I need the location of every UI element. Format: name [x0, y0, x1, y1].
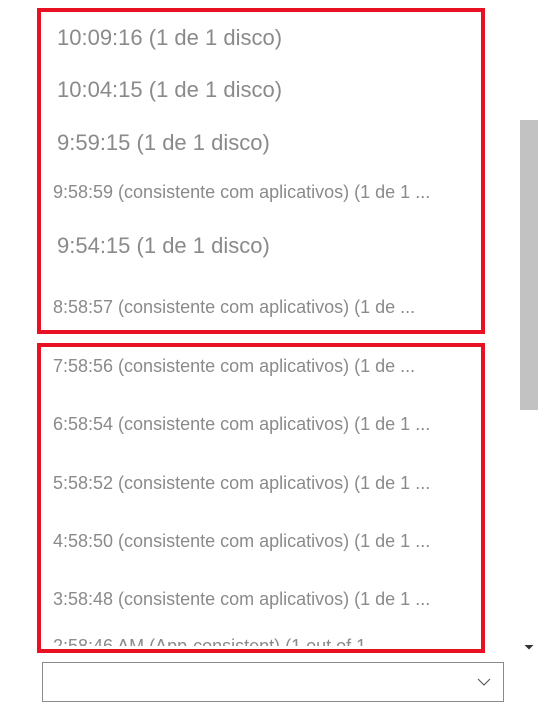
snapshot-label: 7:58:56 (consistente com aplicativos) (1…	[53, 356, 415, 376]
list-item[interactable]: 2:58:46 AM (App-consistent) (1 out of 1	[53, 632, 468, 646]
snapshot-label: 3:58:48 (consistente com aplicativos) (1…	[53, 589, 430, 609]
highlight-group-primary	[37, 8, 485, 334]
list-item[interactable]: 10:04:15 (1 de 1 disco)	[57, 72, 457, 109]
snapshot-label: 9:58:59 (consistente com aplicativos) (1…	[53, 182, 430, 202]
list-item[interactable]: 3:58:48 (consistente com aplicativos) (1…	[53, 585, 468, 614]
snapshot-label: 4:58:50 (consistente com aplicativos) (1…	[53, 531, 430, 551]
list-item[interactable]: 8:58:57 (consistente com aplicativos) (1…	[53, 293, 468, 322]
chevron-down-icon	[523, 641, 535, 653]
list-item[interactable]: 9:59:15 (1 de 1 disco)	[57, 125, 457, 162]
chevron-down-icon	[475, 673, 493, 691]
list-item[interactable]: 9:54:15 (1 de 1 disco)	[57, 228, 457, 265]
snapshot-label: 9:59:15 (1 de 1 disco)	[57, 130, 270, 155]
scrollbar-thumb[interactable]	[520, 120, 538, 410]
snapshot-list-panel: 10:09:16 (1 de 1 disco) 10:04:15 (1 de 1…	[0, 0, 552, 714]
snapshot-label: 10:04:15 (1 de 1 disco)	[57, 77, 282, 102]
list-item[interactable]: 6:58:54 (consistente com aplicativos) (1…	[53, 410, 491, 439]
list-item[interactable]: 10:09:16 (1 de 1 disco)	[57, 20, 457, 57]
snapshot-label: 9:54:15 (1 de 1 disco)	[57, 233, 270, 258]
list-item[interactable]: 5:58:52 (consistente com aplicativos) (1…	[53, 469, 468, 498]
snapshot-label: 6:58:54 (consistente com aplicativos) (1…	[53, 414, 430, 434]
list-item[interactable]: 7:58:56 (consistente com aplicativos) (1…	[53, 352, 468, 381]
snapshot-label: 5:58:52 (consistente com aplicativos) (1…	[53, 473, 430, 493]
list-item[interactable]: 4:58:50 (consistente com aplicativos) (1…	[53, 527, 468, 556]
snapshot-label: 8:58:57 (consistente com aplicativos) (1…	[53, 297, 415, 317]
snapshot-select-dropdown[interactable]	[42, 662, 504, 702]
scroll-down-button[interactable]	[520, 638, 538, 656]
snapshot-label: 2:58:46 AM (App-consistent) (1 out of 1	[53, 636, 366, 646]
list-item[interactable]: 9:58:59 (consistente com aplicativos) (1…	[53, 178, 468, 207]
snapshot-label: 10:09:16 (1 de 1 disco)	[57, 25, 282, 50]
